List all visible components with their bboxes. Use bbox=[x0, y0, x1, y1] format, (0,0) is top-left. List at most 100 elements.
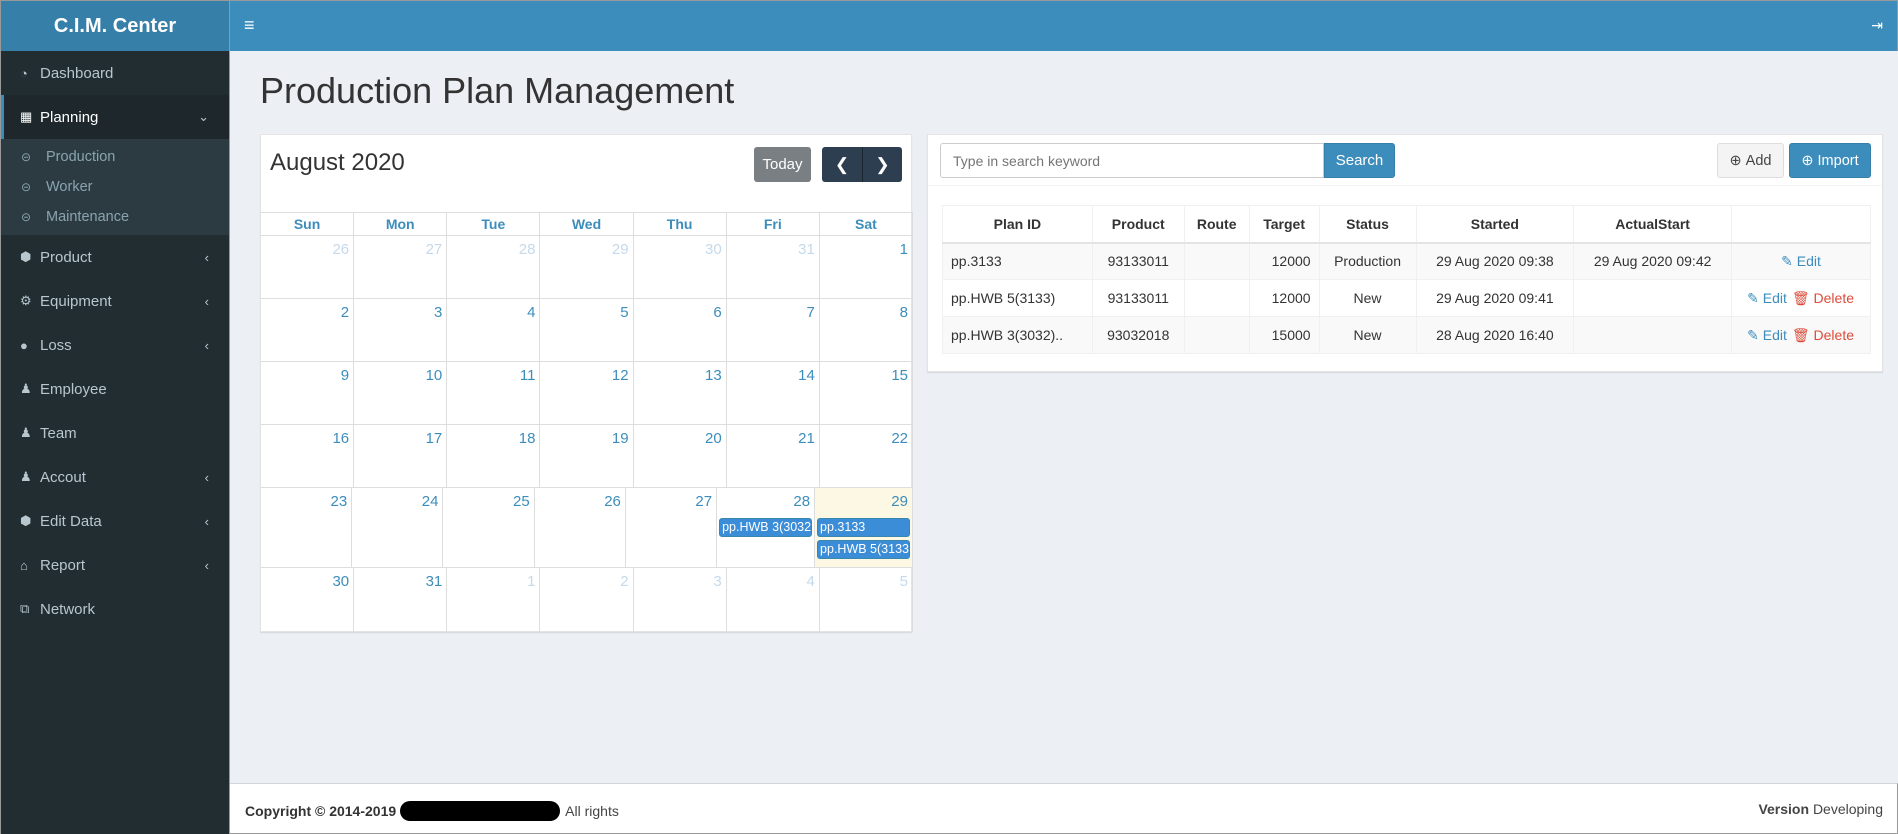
calendar-day[interactable]: 22 bbox=[820, 425, 913, 487]
sidebar-item-report[interactable]: ⌂ Report ‹ bbox=[1, 543, 229, 587]
column-header[interactable]: Product bbox=[1091, 205, 1185, 244]
search-button[interactable]: Search bbox=[1324, 143, 1395, 178]
delete-label: Delete bbox=[1813, 289, 1854, 306]
sidebar-item-accout[interactable]: ♟ Accout ‹ bbox=[1, 455, 229, 499]
sidebar-item-planning[interactable]: ▦ Planning ⌄ bbox=[1, 95, 229, 139]
sidebar-item-team[interactable]: ♟ Team bbox=[1, 411, 229, 455]
calendar-day[interactable]: 3 bbox=[354, 299, 448, 361]
calendar-day[interactable]: 11 bbox=[447, 362, 541, 424]
column-header[interactable]: Plan ID bbox=[942, 205, 1093, 244]
calendar-day[interactable]: 12 bbox=[540, 362, 634, 424]
weekday-wed: Wed bbox=[540, 213, 634, 235]
calendar-day[interactable]: 27 bbox=[626, 488, 718, 567]
edit-link[interactable]: ✎ Edit bbox=[1747, 327, 1787, 343]
calendar-weekday-header: Sun Mon Tue Wed Thu Fri Sat bbox=[261, 212, 913, 236]
calendar-day[interactable]: 29 bbox=[540, 236, 634, 298]
submenu-item-worker[interactable]: ⊝ Worker bbox=[1, 172, 229, 202]
calendar-day[interactable]: 4 bbox=[727, 568, 820, 632]
search-input[interactable] bbox=[940, 143, 1324, 178]
day-number: 6 bbox=[713, 304, 722, 321]
calendar-day[interactable]: 18 bbox=[447, 425, 541, 487]
sidebar-item-equipment[interactable]: ⚙ Equipment ‹ bbox=[1, 279, 229, 323]
next-month-button[interactable]: ❯ bbox=[862, 147, 902, 182]
cell-route bbox=[1183, 316, 1250, 354]
calendar-day[interactable]: 31 bbox=[354, 568, 448, 632]
calendar-day[interactable]: 26 bbox=[261, 236, 355, 298]
menu-toggle-icon[interactable]: ≡ bbox=[244, 15, 255, 36]
calendar-day[interactable]: 15 bbox=[820, 362, 913, 424]
sidebar-item-network[interactable]: ⧉ Network bbox=[1, 587, 229, 631]
calendar-day[interactable]: 19 bbox=[540, 425, 634, 487]
delete-link[interactable]: 🗑 Delete bbox=[1792, 290, 1854, 306]
chevron-left-icon: ‹ bbox=[204, 513, 209, 529]
cell-product: 93133011 bbox=[1091, 242, 1185, 280]
calendar-day[interactable]: 1 bbox=[447, 568, 541, 632]
calendar-event[interactable]: pp.3133 bbox=[817, 518, 910, 537]
day-number: 20 bbox=[705, 430, 722, 447]
column-header[interactable]: Status bbox=[1318, 205, 1417, 244]
chevron-right-icon: ❯ bbox=[875, 154, 890, 174]
calendar-day-today[interactable]: 29 pp.3133 pp.HWB 5(3133 bbox=[815, 488, 913, 567]
planning-submenu: ⊝ Production ⊝ Worker ⊝ Maintenance bbox=[1, 139, 229, 235]
calendar-day[interactable]: 30 bbox=[634, 236, 727, 298]
submenu-item-production[interactable]: ⊝ Production bbox=[1, 142, 229, 172]
calendar-day[interactable]: 31 bbox=[727, 236, 820, 298]
calendar-day[interactable]: 16 bbox=[261, 425, 355, 487]
calendar-day[interactable]: 14 bbox=[727, 362, 820, 424]
edit-link[interactable]: ✎ Edit bbox=[1747, 290, 1787, 306]
calendar-day[interactable]: 5 bbox=[540, 299, 634, 361]
sidebar-item-dashboard[interactable]: ◔ Dashboard bbox=[1, 51, 229, 95]
calendar-day[interactable]: 24 bbox=[352, 488, 444, 567]
calendar-day[interactable]: 23 bbox=[261, 488, 353, 567]
sidebar-item-label: Loss bbox=[40, 336, 72, 354]
submenu-item-maintenance[interactable]: ⊝ Maintenance bbox=[1, 202, 229, 232]
calendar-event[interactable]: pp.HWB 3(3032 bbox=[719, 518, 813, 537]
sidebar-item-loss[interactable]: ● Loss ‹ bbox=[1, 323, 229, 367]
sidebar-item-employee[interactable]: ♟ Employee bbox=[1, 367, 229, 411]
calendar-day[interactable]: 1 bbox=[820, 236, 913, 298]
sidebar-item-edit-data[interactable]: ⬢ Edit Data ‹ bbox=[1, 499, 229, 543]
calendar-day[interactable]: 9 bbox=[261, 362, 355, 424]
calendar-day[interactable]: 17 bbox=[354, 425, 448, 487]
day-number: 30 bbox=[705, 241, 722, 258]
calendar-week: 23 24 25 26 27 28 pp.HWB 3(3032 29 pp.3133… bbox=[261, 488, 913, 568]
today-button[interactable]: Today bbox=[754, 147, 811, 182]
calendar-day[interactable]: 21 bbox=[727, 425, 820, 487]
import-button[interactable]: ⊕ Import bbox=[1789, 143, 1871, 178]
day-number: 9 bbox=[340, 367, 350, 384]
calendar-day[interactable]: 25 bbox=[443, 488, 535, 567]
calendar-day[interactable]: 10 bbox=[354, 362, 448, 424]
sidebar-item-product[interactable]: ⬢ Product ‹ bbox=[1, 235, 229, 279]
prev-month-button[interactable]: ❮ bbox=[822, 147, 862, 182]
calendar-day[interactable]: 4 bbox=[447, 299, 541, 361]
calendar-day[interactable]: 28 bbox=[447, 236, 541, 298]
calendar-day[interactable]: 27 bbox=[354, 236, 448, 298]
page-title: Production Plan Management bbox=[260, 70, 735, 111]
calendar-day[interactable]: 26 bbox=[535, 488, 626, 567]
app-logo[interactable]: C.I.M. Center bbox=[1, 0, 229, 51]
calendar-day[interactable]: 28 pp.HWB 3(3032 bbox=[717, 488, 816, 567]
calendar-day[interactable]: 3 bbox=[634, 568, 727, 632]
edit-link[interactable]: ✎ Edit bbox=[1781, 253, 1821, 269]
cell-status: New bbox=[1318, 316, 1417, 354]
calendar-day[interactable]: 20 bbox=[634, 425, 727, 487]
calendar-day[interactable]: 2 bbox=[540, 568, 634, 632]
calendar-event[interactable]: pp.HWB 5(3133 bbox=[817, 540, 910, 559]
calendar-day[interactable]: 13 bbox=[634, 362, 727, 424]
weekday-fri: Fri bbox=[727, 213, 820, 235]
delete-link[interactable]: 🗑 Delete bbox=[1792, 327, 1854, 343]
calendar-day[interactable]: 30 bbox=[261, 568, 355, 632]
calendar-day[interactable]: 5 bbox=[820, 568, 913, 632]
column-header[interactable]: ActualStart bbox=[1573, 205, 1732, 244]
column-header[interactable]: Started bbox=[1415, 205, 1575, 244]
add-button[interactable]: ⊕ Add bbox=[1717, 143, 1784, 178]
logout-icon[interactable]: ⇥ bbox=[1871, 17, 1883, 34]
column-header[interactable]: Target bbox=[1248, 205, 1320, 244]
day-number: 1 bbox=[899, 241, 908, 258]
calendar-day[interactable]: 2 bbox=[261, 299, 355, 361]
calendar-day[interactable]: 6 bbox=[634, 299, 727, 361]
calendar-day[interactable]: 7 bbox=[727, 299, 820, 361]
calendar-day[interactable]: 8 bbox=[820, 299, 913, 361]
column-header[interactable]: Route bbox=[1183, 205, 1250, 244]
day-number: 8 bbox=[899, 304, 908, 321]
